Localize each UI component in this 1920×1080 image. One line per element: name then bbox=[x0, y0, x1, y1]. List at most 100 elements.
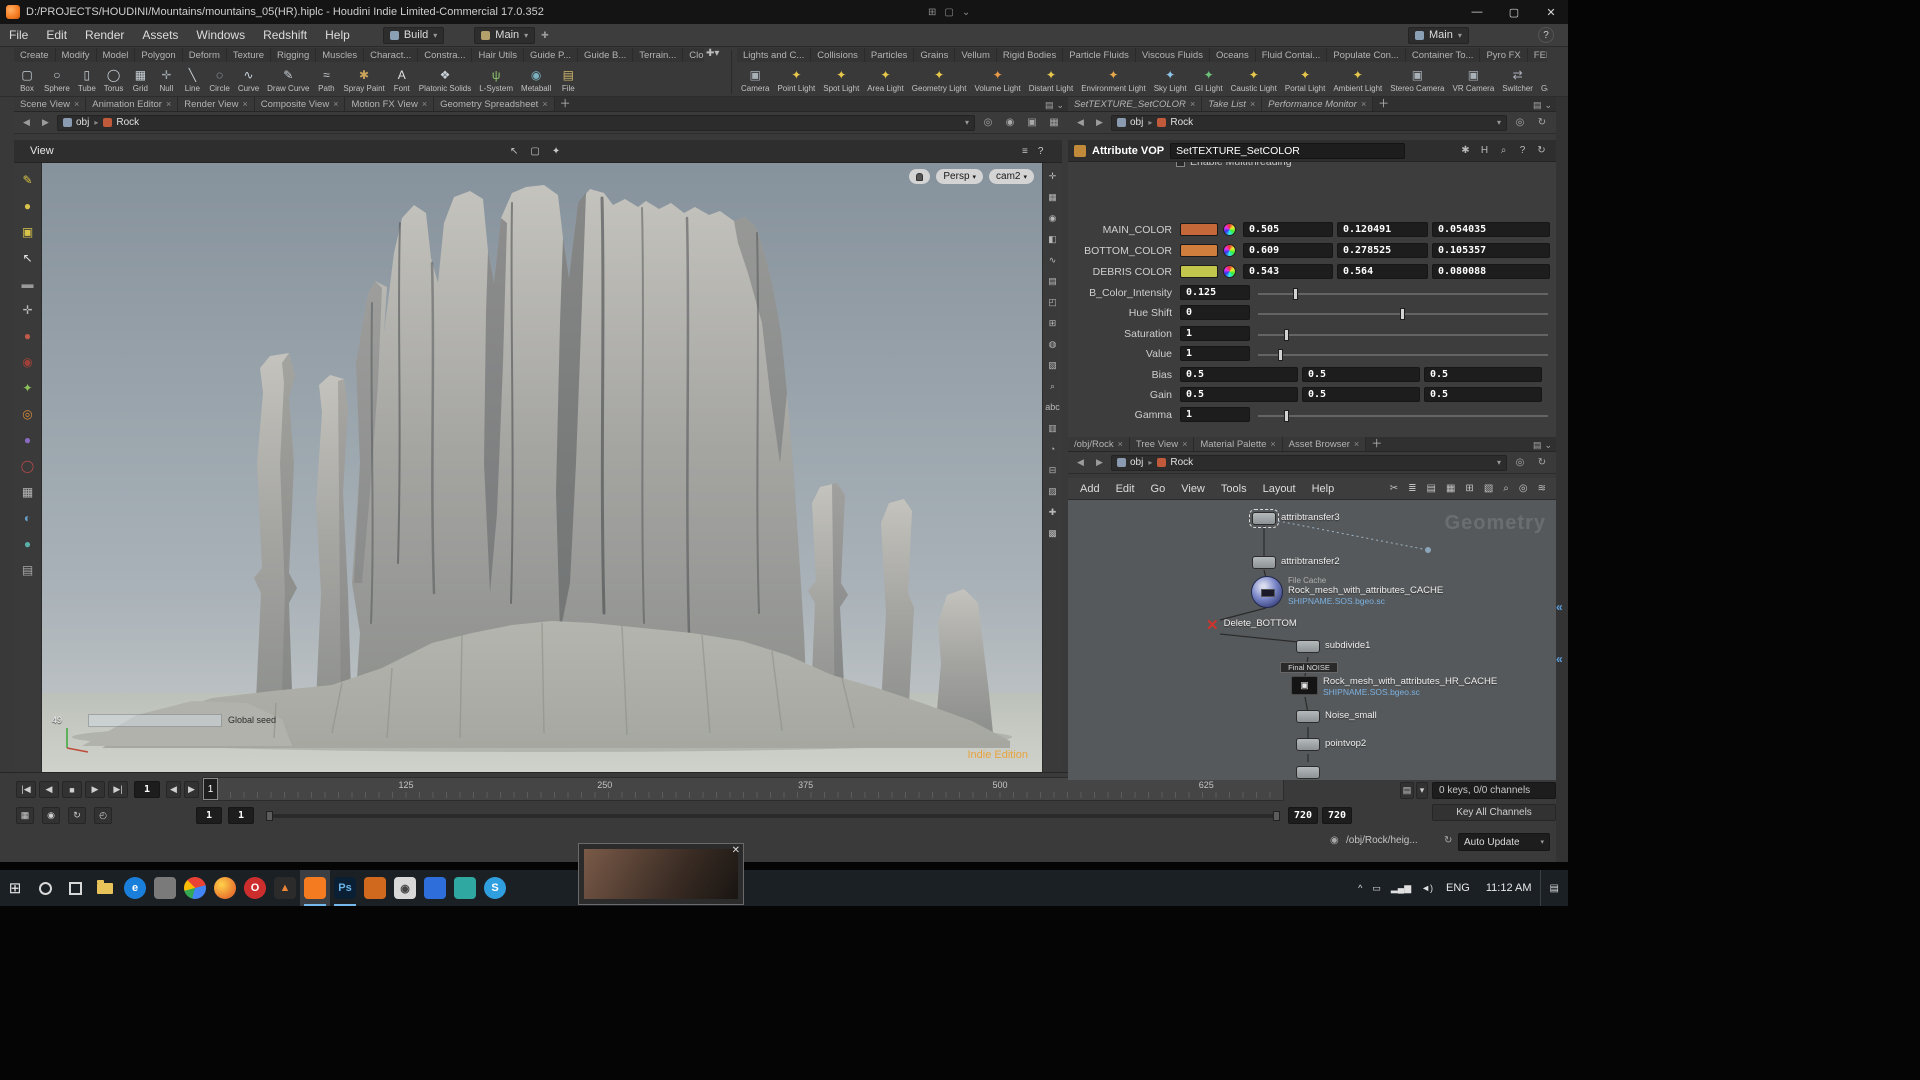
taskbar-app-icon[interactable]: ◉ bbox=[390, 870, 420, 906]
shelf-tab[interactable]: Oceans bbox=[1210, 48, 1256, 62]
range-start-field[interactable]: 1 bbox=[196, 807, 222, 824]
color-wheel-icon[interactable] bbox=[1223, 265, 1236, 278]
viewport-tool-icon[interactable]: ▬ bbox=[17, 273, 39, 294]
slider-handle[interactable] bbox=[1293, 288, 1298, 300]
taskbar-app-icon[interactable]: ▲ bbox=[270, 870, 300, 906]
shelf-tool[interactable]: ✦ Volume Light bbox=[970, 63, 1024, 97]
shelf-tab[interactable]: Grains bbox=[914, 48, 955, 62]
shelf-tab[interactable]: Deform bbox=[183, 48, 227, 62]
viewport-tool-icon[interactable]: ✦ bbox=[17, 377, 39, 398]
shelf-tool[interactable]: A Font bbox=[389, 63, 415, 97]
network-node[interactable]: ✕ Delete_BOTTOM bbox=[1206, 618, 1297, 633]
network-menu-item[interactable]: Help bbox=[1304, 483, 1343, 495]
shelf-tab[interactable]: Hair Utils bbox=[472, 48, 524, 62]
param-header-icon[interactable]: ↻ bbox=[1533, 145, 1550, 156]
menu-item[interactable]: Assets bbox=[133, 24, 187, 46]
menu-item[interactable]: Redshift bbox=[254, 24, 316, 46]
shelf-tab[interactable]: Constra... bbox=[418, 48, 472, 62]
shelf-add-icon[interactable]: ✚▾ bbox=[706, 48, 719, 59]
network-toolbar-icon[interactable]: ⊞ bbox=[1465, 483, 1473, 494]
keys-dropdown-icon[interactable]: ▾ bbox=[1416, 782, 1428, 799]
close-tab-icon[interactable]: × bbox=[242, 99, 247, 109]
shelf-tool[interactable]: ▣ Stereo Camera bbox=[1386, 63, 1448, 97]
viewport-tool-icon[interactable]: ▦ bbox=[17, 481, 39, 502]
forward-icon[interactable]: ▶ bbox=[38, 115, 53, 130]
path-field[interactable]: obj ▸ Rock ▾ bbox=[1111, 115, 1507, 131]
shelf-tool[interactable]: ✦ Portal Light bbox=[1281, 63, 1329, 97]
expand-pane-icon[interactable]: « bbox=[1556, 600, 1563, 614]
breadcrumb-obj[interactable]: obj bbox=[63, 117, 89, 128]
node-icon[interactable] bbox=[1296, 766, 1320, 779]
pane-tab[interactable]: Render View× bbox=[178, 97, 254, 111]
pane-tab[interactable]: Tree View× bbox=[1130, 437, 1195, 451]
color-wheel-icon[interactable] bbox=[1223, 223, 1236, 236]
viewport-canvas[interactable]: Persp▾ cam2▾ 49 Global seed Indie Editio… bbox=[42, 163, 1042, 772]
pane-tab[interactable]: Take List× bbox=[1202, 97, 1262, 111]
network-node[interactable] bbox=[1296, 766, 1320, 779]
key-all-channels-button[interactable]: Key All Channels bbox=[1432, 804, 1556, 821]
pane-tab[interactable]: Material Palette× bbox=[1194, 437, 1282, 451]
param-header-icon[interactable]: ⌕ bbox=[1495, 145, 1512, 156]
viewport-tool-icon[interactable]: ◐ bbox=[17, 507, 39, 528]
display-option-icon[interactable]: ⊞ bbox=[1045, 316, 1061, 330]
shelf-tab[interactable]: Rigid Bodies bbox=[997, 48, 1063, 62]
shelf-tool[interactable]: ✦ Point Light bbox=[773, 63, 819, 97]
viewport-tool-icon[interactable]: ● bbox=[17, 195, 39, 216]
network-menu-item[interactable]: Layout bbox=[1255, 483, 1304, 495]
tray-clock[interactable]: 11:12 AM bbox=[1478, 882, 1540, 894]
breadcrumb-rock[interactable]: Rock bbox=[103, 117, 139, 128]
color-swatch[interactable] bbox=[1180, 223, 1218, 236]
taskbar-app-icon[interactable]: Ps bbox=[330, 870, 360, 906]
shelf-tool[interactable]: ▣ Camera bbox=[737, 63, 773, 97]
display-option-icon[interactable]: ✛ bbox=[1045, 169, 1061, 183]
close-tab-icon[interactable]: × bbox=[333, 99, 338, 109]
shelf-tab[interactable]: Lights and C... bbox=[737, 48, 811, 62]
node-icon[interactable] bbox=[1296, 710, 1320, 723]
node-icon[interactable] bbox=[1252, 512, 1276, 525]
shelf-tab[interactable]: Texture bbox=[227, 48, 271, 62]
viewport-tool-icon[interactable]: ● bbox=[17, 429, 39, 450]
transport-icon[interactable]: ■ bbox=[62, 781, 82, 798]
shelf-tab[interactable]: Muscles bbox=[316, 48, 364, 62]
shelf-tool[interactable]: ✦ Geometry Light bbox=[908, 63, 971, 97]
shelf-tool[interactable]: ◉ Metaball bbox=[517, 63, 555, 97]
display-option-icon[interactable]: ⌕ bbox=[1045, 379, 1061, 393]
close-tab-icon[interactable]: × bbox=[166, 99, 171, 109]
taskbar-app-icon[interactable]: S bbox=[480, 870, 510, 906]
param-slider[interactable] bbox=[1258, 354, 1548, 356]
camera-selector[interactable]: cam2▾ bbox=[989, 169, 1034, 184]
shelf-tab[interactable]: Particle Fluids bbox=[1063, 48, 1136, 62]
file-cache-sphere-icon[interactable] bbox=[1251, 576, 1283, 608]
lock-pill[interactable] bbox=[909, 169, 930, 184]
color-swatch[interactable] bbox=[1180, 265, 1218, 278]
projection-selector[interactable]: Persp▾ bbox=[936, 169, 983, 184]
param-slider[interactable] bbox=[1258, 334, 1548, 336]
tray-icon[interactable]: ◄) bbox=[1416, 883, 1438, 893]
shelf-tool[interactable]: ◯ Torus bbox=[100, 63, 128, 97]
taskbar-app-icon[interactable]: O bbox=[240, 870, 270, 906]
tray-icon[interactable]: ▂▄▆ bbox=[1386, 883, 1416, 894]
shelf-tool[interactable]: ✱ Spray Paint bbox=[339, 63, 388, 97]
close-tab-icon[interactable]: × bbox=[1190, 99, 1195, 109]
shelf-tab[interactable]: Pyro FX bbox=[1480, 48, 1527, 62]
grid-widget-icon[interactable]: ⊞ bbox=[928, 7, 936, 18]
playback-option-icon[interactable]: ◉ bbox=[42, 807, 60, 824]
back-icon[interactable]: ◀ bbox=[1073, 455, 1088, 470]
taskbar-app-icon[interactable] bbox=[150, 870, 180, 906]
taskbar-app-icon[interactable] bbox=[360, 870, 390, 906]
back-icon[interactable]: ◀ bbox=[1073, 115, 1088, 130]
network-toolbar-icon[interactable]: ▧ bbox=[1484, 483, 1493, 494]
taskbar-app-icon[interactable]: e bbox=[120, 870, 150, 906]
step-icon[interactable]: ▶ bbox=[184, 781, 199, 798]
update-cycle-icon[interactable]: ↻ bbox=[1444, 835, 1452, 846]
shelf-tab[interactable]: FEM bbox=[1528, 48, 1547, 62]
transport-icon[interactable]: ◀ bbox=[39, 781, 59, 798]
shelf-tool[interactable]: ▣ VR Camera bbox=[1449, 63, 1499, 97]
forward-icon[interactable]: ▶ bbox=[1092, 115, 1107, 130]
shelf-tab[interactable]: Modify bbox=[56, 48, 97, 62]
slider-handle[interactable] bbox=[1400, 308, 1405, 320]
display-option-icon[interactable]: ◔ bbox=[1045, 442, 1061, 456]
path-dropdown-icon[interactable]: ▾ bbox=[965, 118, 969, 127]
network-box-header[interactable]: Final NOISE bbox=[1280, 662, 1338, 673]
shelf-tool[interactable]: ▯ Tube bbox=[74, 63, 100, 97]
